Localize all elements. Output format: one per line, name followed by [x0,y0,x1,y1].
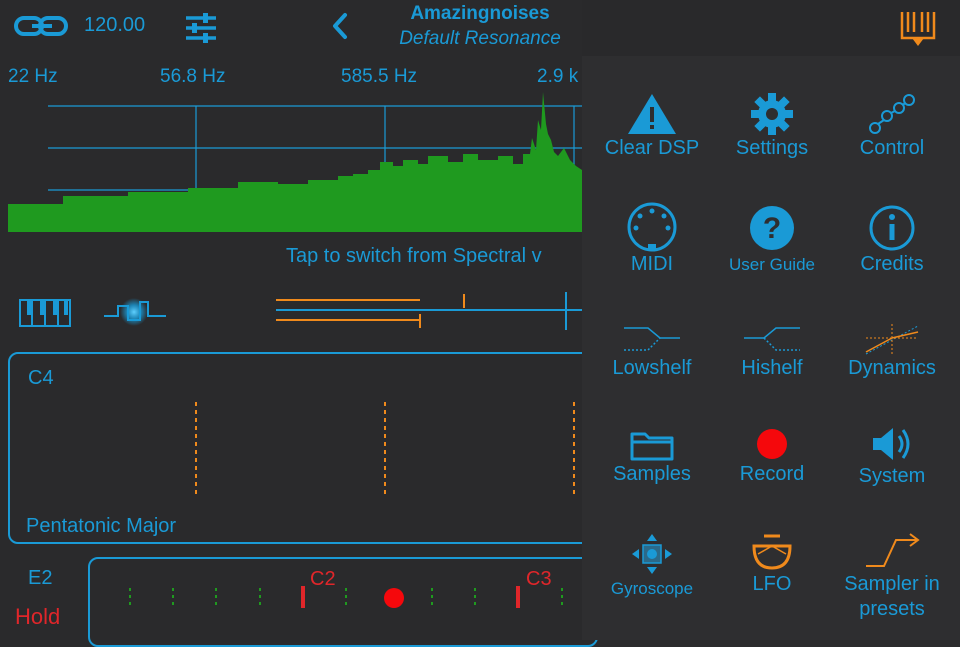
menu-item-label: Hishelf [741,357,803,379]
menu-item-midi[interactable]: MIDI [592,202,712,277]
menu-item-record[interactable]: Record [712,426,832,487]
menu-item-label: Record [739,463,805,485]
nodes-icon [869,94,915,134]
switch-view-hint[interactable]: Tap to switch from Spectral v [286,245,542,268]
freq-label: 22 Hz [8,66,58,87]
midi-icon [627,202,677,252]
link-icon[interactable] [14,14,70,38]
menu-item-hishelf[interactable]: Hishelf [712,322,832,381]
menu-item-label: System [858,465,926,487]
menu-item-sampler-in-presets[interactable]: Sampler in presets [832,532,952,622]
menu-item-clear-dsp[interactable]: Clear DSP [592,92,712,161]
menu-item-label: Samples [613,463,691,485]
svg-text:?: ? [763,212,781,245]
menu-item-lowshelf[interactable]: Lowshelf [592,322,712,381]
sampler-icon [866,533,920,567]
warning-icon [628,94,676,134]
gear-icon [751,93,793,135]
gyroscope-icon [632,534,672,574]
tempo-value[interactable]: 120.00 [84,14,145,37]
current-note: E2 [28,567,53,589]
menu-item-credits[interactable]: Credits [832,204,952,277]
freq-label: 585.5 Hz [341,66,418,87]
menu-item-label: LFO [752,573,792,595]
menu-item-label: MIDI [630,253,674,275]
range-sliders[interactable] [276,290,582,332]
freq-label: 2.9 k [537,66,579,87]
menu-item-gyroscope[interactable]: Gyroscope [592,532,712,601]
keyboard-icon[interactable] [18,298,72,328]
menu-item-label: Dynamics [848,357,936,379]
freq-label: 56.8 Hz [160,66,226,87]
folder-icon [630,432,674,461]
menu-item-label: Gyroscope [610,579,694,598]
menu-item-settings[interactable]: Settings [712,92,832,161]
menu-item-label: Clear DSP [604,137,700,159]
menu-item-dynamics[interactable]: Dynamics [832,322,952,381]
menu-item-lfo[interactable]: LFO [712,532,832,597]
hold-button[interactable]: Hold [15,604,60,630]
menu-item-label: Lowshelf [612,357,692,379]
scale-name[interactable]: Pentatonic Major [26,515,176,538]
menu-item-system[interactable]: System [832,424,952,489]
scale-markers [195,402,575,494]
menu-item-control[interactable]: Control [832,92,952,161]
record-icon [757,429,787,459]
help-icon: ? [750,206,794,250]
menu-item-label: Control [859,137,925,159]
menu-item-label: Credits [860,253,924,275]
menu-item-label: Sampler in presets [844,573,940,620]
spectrum-display[interactable] [8,90,582,232]
scale-root-note: C4 [28,367,54,389]
key-markers [129,586,563,608]
octave-label-c2: C2 [310,568,336,590]
lfo-icon [752,534,792,570]
info-icon [869,205,915,251]
menu-item-samples[interactable]: Samples [592,428,712,487]
hishelf-icon [744,327,800,351]
octave-label-c3: C3 [526,568,552,590]
menu-item-user-guide[interactable]: ? User Guide [712,204,832,277]
lowshelf-icon [624,327,680,351]
menu-logo-icon[interactable] [898,8,938,48]
menu-item-label: Settings [735,137,809,159]
speaker-icon [873,428,910,460]
dynamics-icon [865,324,919,355]
sliders-icon[interactable] [184,12,218,44]
waveform-toggle-icon[interactable] [102,294,168,330]
menu-item-label: User Guide [729,255,815,274]
